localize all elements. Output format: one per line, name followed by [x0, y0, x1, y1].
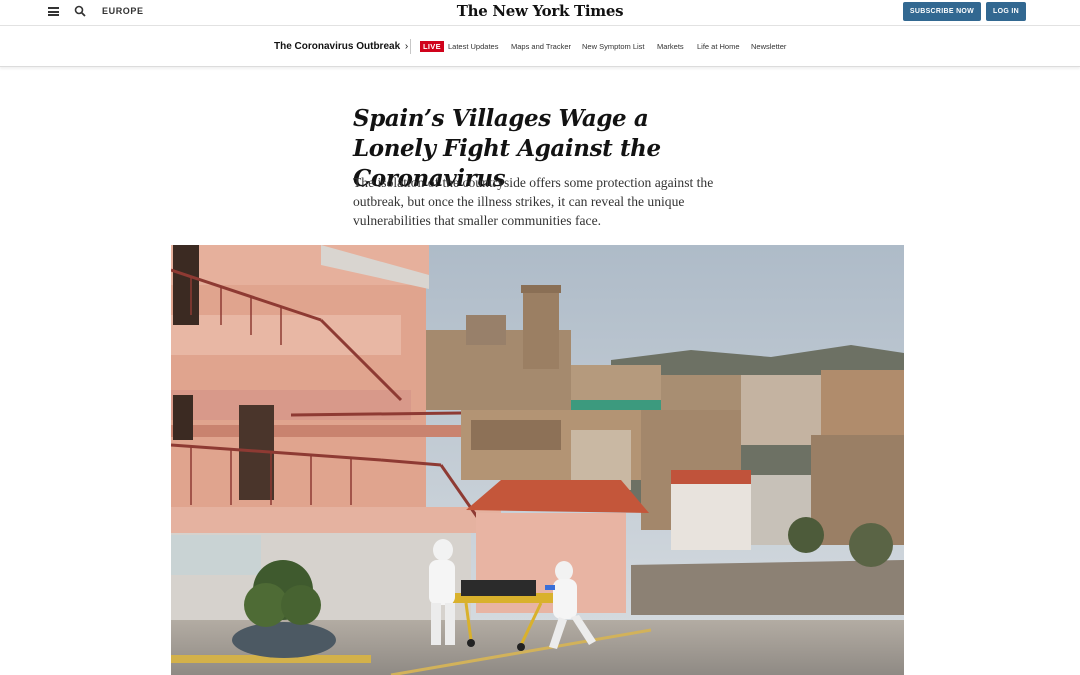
- masthead: EUROPE The New York Times SUBSCRIBE NOW …: [0, 0, 1080, 26]
- nav-divider: [410, 39, 411, 54]
- article-summary: The isolation of the countryside offers …: [353, 175, 714, 228]
- section-title-link[interactable]: The Coronavirus Outbreak ›: [274, 41, 408, 52]
- nav-link-life-at-home[interactable]: Life at Home: [697, 42, 740, 51]
- nav-link-newsletter[interactable]: Newsletter: [751, 42, 786, 51]
- chevron-right-icon: ›: [404, 41, 409, 52]
- section-title-text: The Coronavirus Outbreak: [274, 41, 401, 52]
- subscribe-button[interactable]: SUBSCRIBE NOW: [903, 2, 981, 21]
- lead-photo: [171, 245, 904, 675]
- nav-link-latest-updates[interactable]: Latest Updates: [448, 42, 498, 51]
- nav-link-markets[interactable]: Markets: [657, 42, 684, 51]
- nav-link-symptom-list[interactable]: New Symptom List: [582, 42, 645, 51]
- login-button[interactable]: LOG IN: [986, 2, 1026, 21]
- live-badge: LIVE: [420, 41, 444, 52]
- section-nav: The Coronavirus Outbreak › LIVE Latest U…: [0, 27, 1080, 67]
- nav-link-maps-tracker[interactable]: Maps and Tracker: [511, 42, 571, 51]
